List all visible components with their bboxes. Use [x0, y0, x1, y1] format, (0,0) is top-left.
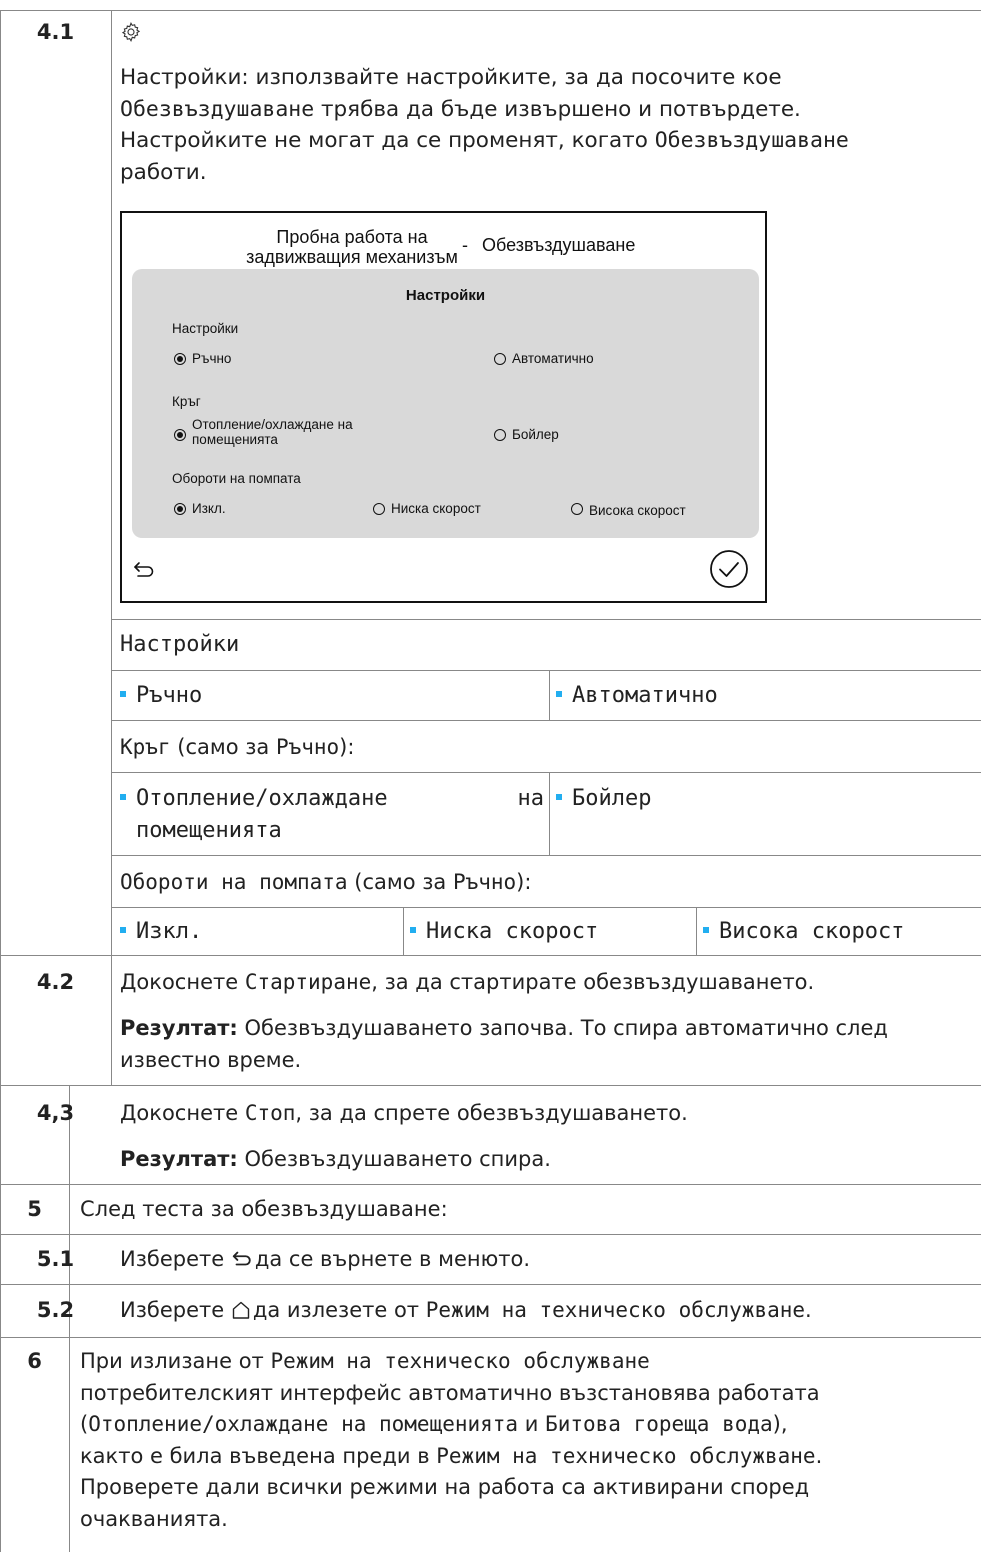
- radio-pump-low[interactable]: [373, 503, 385, 515]
- back-arrow-icon: [231, 1247, 255, 1267]
- group-label: Кръг: [172, 394, 201, 409]
- circuit-label: Кръг (само за Ръчно):: [120, 735, 355, 759]
- option-boiler: Бойлер: [556, 783, 651, 815]
- radio-label: Бойлер: [512, 427, 559, 442]
- radio-pump-off[interactable]: [174, 503, 186, 515]
- step-number: 4.2: [36, 970, 75, 994]
- option-space-heating: Отопление/охлаждане на помещенията: [120, 783, 544, 847]
- radio-label: Изкл.: [192, 501, 226, 516]
- step-number: 4.1: [36, 20, 75, 44]
- option-automatic: Автоматично: [556, 680, 718, 712]
- desc-line: Настройките не могат да се променят, ког…: [120, 128, 849, 153]
- step-description: Изберете да излезете от Режим на техниче…: [120, 1298, 812, 1322]
- step-description: Настройки: използвайте настройките, за д…: [120, 62, 970, 188]
- option-pump-high: Висока скорост: [703, 916, 904, 948]
- screen-title-dash: -: [462, 235, 468, 255]
- option-pump-low: Ниска скорост: [410, 916, 598, 948]
- desc-line: както е била въведена преди в Режим на т…: [80, 1443, 823, 1468]
- panel-title: Настройки: [405, 287, 486, 304]
- desc-line: Обезвъздушаване трябва да бъде извършено…: [120, 96, 801, 122]
- group-label: Настройки: [172, 321, 239, 336]
- screen-title-left: Пробна работа на задвижващия механизъм: [246, 227, 458, 267]
- step-description: При излизане от Режим на техническо обсл…: [80, 1346, 975, 1535]
- option-pump-off: Изкл.: [120, 916, 202, 948]
- settings-header: Настройки: [120, 632, 240, 657]
- screen-title-right: Обезвъздушаване: [482, 235, 636, 255]
- settings-panel: Настройки Настройки Ръчно Автоматично Кр…: [132, 269, 759, 538]
- step-number: 4,3: [36, 1101, 75, 1125]
- option-manual: Ръчно: [120, 680, 202, 712]
- desc-line: Проверете дали всички режими на работа с…: [80, 1475, 810, 1499]
- step-result-cont: известно време.: [120, 1048, 302, 1072]
- step-number: 5: [27, 1197, 42, 1221]
- step-number: 5.1: [36, 1247, 75, 1271]
- radio-label: Ръчно: [192, 351, 232, 366]
- check-circle-icon[interactable]: [709, 549, 749, 589]
- desc-line: работи.: [120, 159, 207, 185]
- group-label: Обороти на помпата: [172, 471, 301, 486]
- radio-automatic[interactable]: [494, 353, 506, 365]
- desc-line: (Отопление/охлаждане на помещенията и Би…: [80, 1412, 788, 1436]
- back-arrow-icon[interactable]: [132, 560, 156, 580]
- radio-boiler[interactable]: [494, 429, 506, 441]
- step-result: Резултат: Обезвъздушаването спира.: [120, 1147, 551, 1171]
- step-description: Докоснете Стоп, за да спрете обезвъздуша…: [120, 1101, 688, 1125]
- radio-pump-high[interactable]: [571, 503, 583, 515]
- radio-label: Ниска скорост: [391, 501, 481, 516]
- pump-label: Обороти на помпата (само за Ръчно):: [120, 870, 532, 894]
- desc-line: Настройки: използвайте настройките, за д…: [120, 65, 782, 90]
- desc-line: потребителският интерфейс автоматично въ…: [80, 1380, 820, 1405]
- radio-label: Висока скорост: [589, 503, 686, 518]
- radio-space-heating[interactable]: [174, 429, 186, 441]
- screen-mockup: Пробна работа на задвижващия механизъм -…: [120, 211, 767, 603]
- step-description: Изберете да се върнете в менюто.: [120, 1247, 531, 1271]
- desc-line: очакванията.: [80, 1506, 228, 1531]
- step-description: След теста за обезвъздушаване:: [80, 1197, 448, 1221]
- step-number: 6: [27, 1349, 42, 1373]
- radio-manual[interactable]: [174, 353, 186, 365]
- gear-icon: [120, 21, 142, 43]
- step-result: Резултат: Обезвъздушаването започва. То …: [120, 1016, 888, 1040]
- radio-label: Автоматично: [512, 351, 594, 366]
- desc-line: При излизане от Режим на техническо обсл…: [80, 1349, 650, 1373]
- radio-label: Отопление/охлаждане на помещенията: [192, 417, 353, 447]
- step-description: Докоснете Стартиране, за да стартирате о…: [120, 970, 815, 994]
- step-number: 5.2: [36, 1298, 75, 1322]
- home-icon: [231, 1298, 253, 1320]
